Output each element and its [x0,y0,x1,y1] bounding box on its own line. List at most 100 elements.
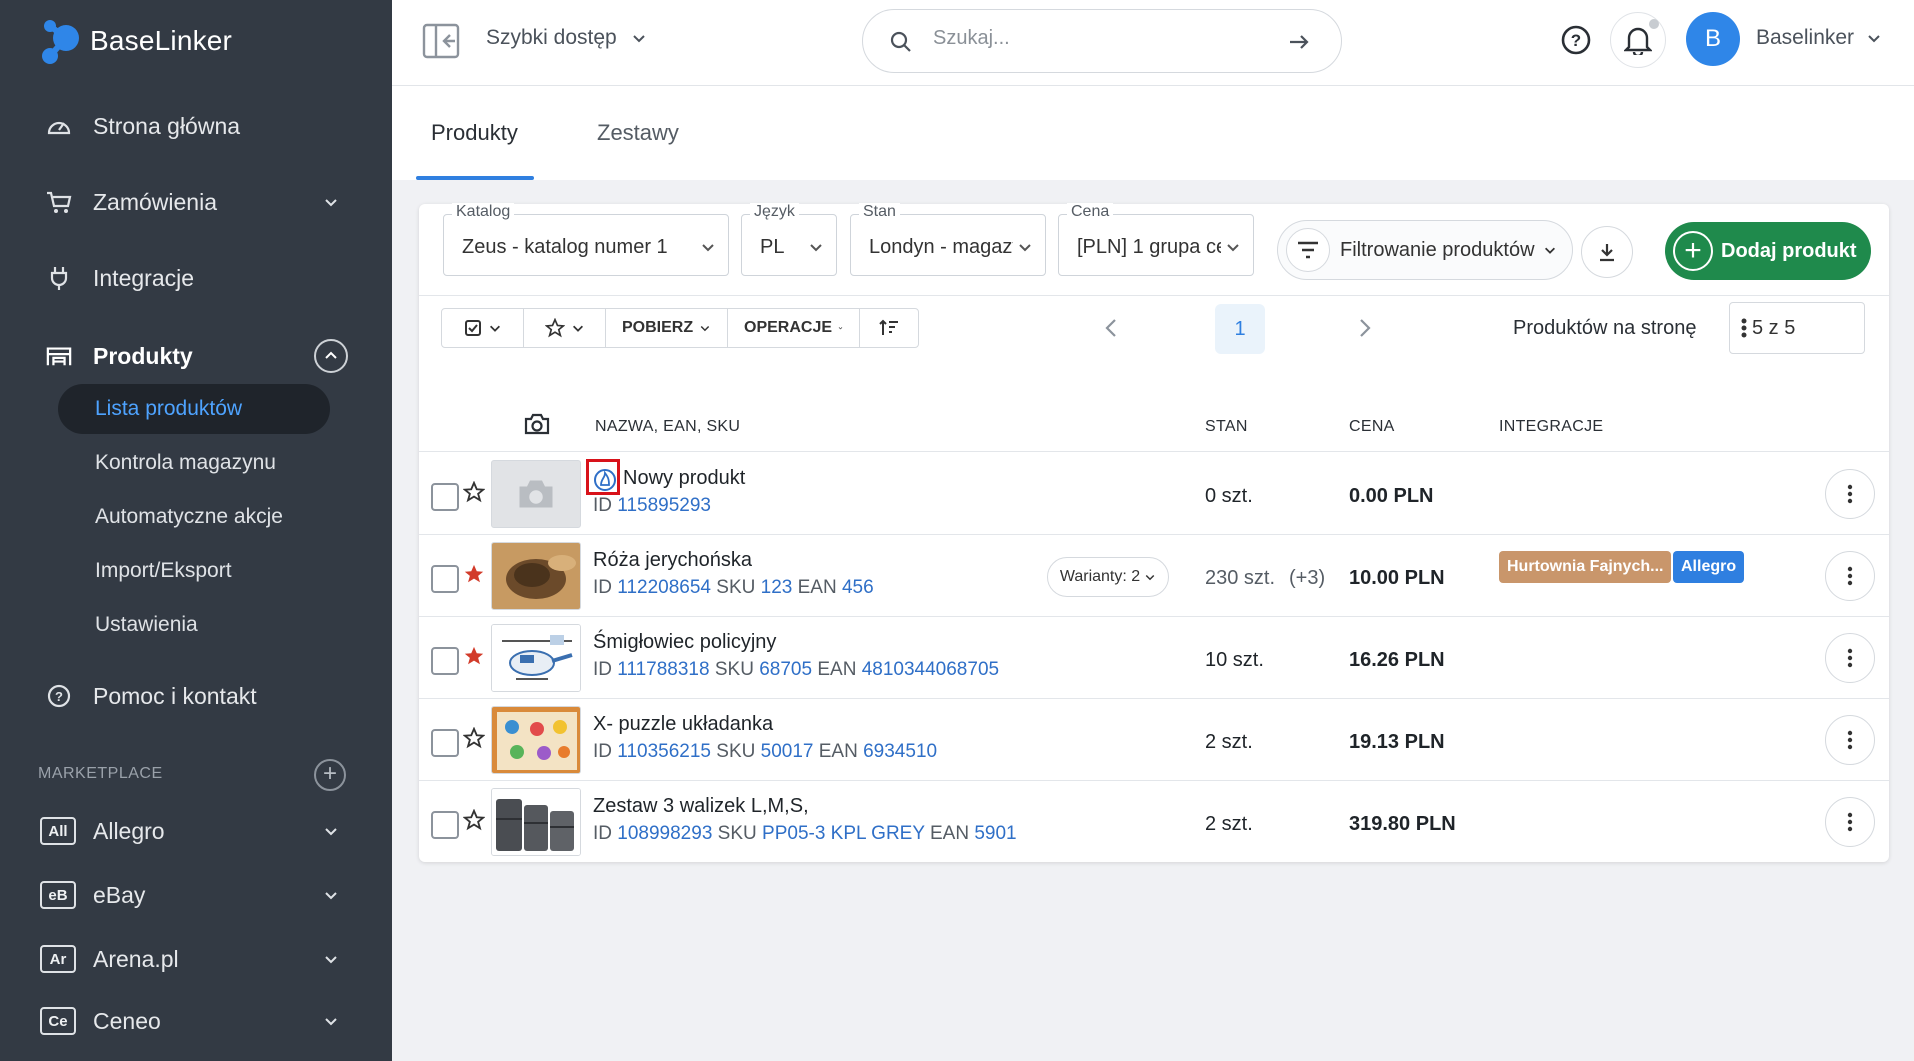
chevron-down-icon[interactable] [322,950,340,968]
price-group-select[interactable]: Cena [PLN] 1 grupa cenowa [1058,203,1254,276]
product-name[interactable]: Śmigłowiec policyjny [593,631,776,654]
kebab-menu-icon [1847,648,1853,668]
row-checkbox[interactable] [431,729,459,757]
row-actions-button[interactable] [1825,797,1875,847]
sidebar-item-orders[interactable]: Zamówienia [0,172,392,232]
sidebar-toggle-icon[interactable] [422,23,460,59]
add-marketplace-button[interactable]: + [314,759,346,791]
chevron-left-icon[interactable] [1101,316,1121,340]
state-select[interactable]: Stan Londyn - magazyn [850,203,1046,276]
tab-products[interactable]: Produkty [431,120,518,146]
product-id-link[interactable]: 115895293 [617,495,711,516]
collapse-products-button[interactable] [314,339,348,373]
product-thumbnail[interactable] [491,706,581,774]
language-select[interactable]: Język PL [741,203,837,276]
avatar[interactable]: B [1686,12,1740,66]
new-product-icon[interactable] [593,467,617,493]
chevron-down-icon[interactable] [322,822,340,840]
per-page-select[interactable]: 5 z 5 [1729,302,1865,354]
product-sku-link[interactable]: 68705 [759,659,812,680]
download-button[interactable] [1581,226,1633,278]
product-ean-link[interactable]: 5901 [974,823,1016,844]
sidebar-subitem-settings[interactable]: Ustawienia [58,600,330,650]
table-row[interactable]: X- puzzle układanka ID 110356215 SKU 500… [419,699,1889,781]
notification-dot [1649,19,1659,29]
product-ean-link[interactable]: 456 [842,577,874,598]
sidebar-item-ceneo[interactable]: Ce Ceneo [0,991,392,1051]
sidebar-item-integrations[interactable]: Integracje [0,248,392,308]
column-header-stock[interactable]: STAN [1205,418,1248,436]
sidebar-item-dashboard[interactable]: Strona główna [0,96,392,156]
product-sku-link[interactable]: PP05-3 KPL GREY [762,823,925,844]
star-filled-icon[interactable] [463,645,485,667]
table-row[interactable]: Śmigłowiec policyjny ID 111788318 SKU 68… [419,617,1889,699]
catalog-select[interactable]: Katalog Zeus - katalog numer 1 [443,203,729,276]
product-ean-link[interactable]: 4810344068705 [862,659,999,680]
quick-access-dropdown[interactable]: Szybki dostęp [486,26,647,50]
sort-button[interactable] [860,309,918,347]
sidebar-item-allegro[interactable]: All Allegro [0,801,392,861]
sidebar-subitem-product-list[interactable]: Lista produktów [58,384,330,434]
arrow-right-icon[interactable] [1287,30,1311,54]
product-id-link[interactable]: 108998293 [617,823,712,844]
row-checkbox[interactable] [431,647,459,675]
product-name[interactable]: Zestaw 3 walizek L,M,S, [593,795,809,818]
sidebar-item-ebay[interactable]: eB eBay [0,865,392,925]
row-checkbox[interactable] [431,565,459,593]
notifications-button[interactable] [1610,12,1666,68]
sidebar-item-arena[interactable]: Ar Arena.pl [0,929,392,989]
row-checkbox[interactable] [431,483,459,511]
product-sku-link[interactable]: 123 [761,577,793,598]
sidebar-item-help[interactable]: ? Pomoc i kontakt [0,666,392,726]
row-actions-button[interactable] [1825,715,1875,765]
product-thumbnail[interactable] [491,542,581,610]
chevron-down-icon[interactable] [322,1012,340,1030]
product-thumbnail[interactable] [491,788,581,856]
chevron-right-icon[interactable] [1355,316,1375,340]
sidebar-subitem-stock-control[interactable]: Kontrola magazynu [58,438,330,488]
product-thumbnail[interactable] [491,624,581,692]
help-icon[interactable]: ? [1560,24,1592,56]
product-ean-link[interactable]: 6934510 [863,741,937,762]
product-name[interactable]: X- puzzle układanka [593,713,773,736]
add-product-button[interactable]: + Dodaj produkt [1665,222,1871,280]
download-dropdown-button[interactable]: POBIERZ [606,309,728,347]
row-actions-button[interactable] [1825,633,1875,683]
logo[interactable]: BaseLinker [40,16,232,66]
product-sku-link[interactable]: 50017 [761,741,814,762]
product-id-link[interactable]: 110356215 [617,741,711,762]
sidebar-subitem-auto-actions[interactable]: Automatyczne akcje [58,492,330,542]
search-input[interactable] [933,27,1263,50]
product-name[interactable]: Nowy produkt [623,467,745,490]
tab-sets[interactable]: Zestawy [597,120,679,146]
column-header-name[interactable]: NAZWA, EAN, SKU [595,418,740,436]
row-actions-button[interactable] [1825,551,1875,601]
sidebar-item-products[interactable]: Produkty [0,326,392,386]
star-dropdown-button[interactable] [524,309,606,347]
row-actions-button[interactable] [1825,469,1875,519]
product-name[interactable]: Róża jerychońska [593,549,752,572]
filter-products-button[interactable]: Filtrowanie produktów [1277,220,1573,280]
user-menu[interactable]: Baselinker [1756,26,1882,50]
integration-tag-hurtownia[interactable]: Hurtownia Fajnych... [1499,551,1672,583]
star-filled-icon[interactable] [463,563,485,585]
star-outline-icon[interactable] [463,809,485,831]
chevron-down-icon[interactable] [322,193,340,211]
variants-dropdown[interactable]: Warianty: 2 [1047,557,1169,597]
operations-dropdown-button[interactable]: OPERACJE [728,309,860,347]
product-thumbnail-placeholder[interactable] [491,460,581,528]
column-header-price[interactable]: CENA [1349,418,1395,436]
page-number-current[interactable]: 1 [1215,304,1265,354]
table-row[interactable]: Róża jerychońska ID 112208654 SKU 123 EA… [419,535,1889,617]
table-row[interactable]: Zestaw 3 walizek L,M,S, ID 108998293 SKU… [419,781,1889,863]
product-id-link[interactable]: 111788318 [617,659,709,680]
star-outline-icon[interactable] [463,481,485,503]
table-row[interactable]: Nowy produkt ID 115895293 0 szt. 0.00 PL… [419,453,1889,535]
integration-tag-allegro[interactable]: Allegro [1673,551,1745,583]
select-dropdown-button[interactable] [442,309,524,347]
star-outline-icon[interactable] [463,727,485,749]
chevron-down-icon[interactable] [322,886,340,904]
product-id-link[interactable]: 112208654 [617,577,711,598]
row-checkbox[interactable] [431,811,459,839]
sidebar-subitem-import-export[interactable]: Import/Eksport [58,546,330,596]
